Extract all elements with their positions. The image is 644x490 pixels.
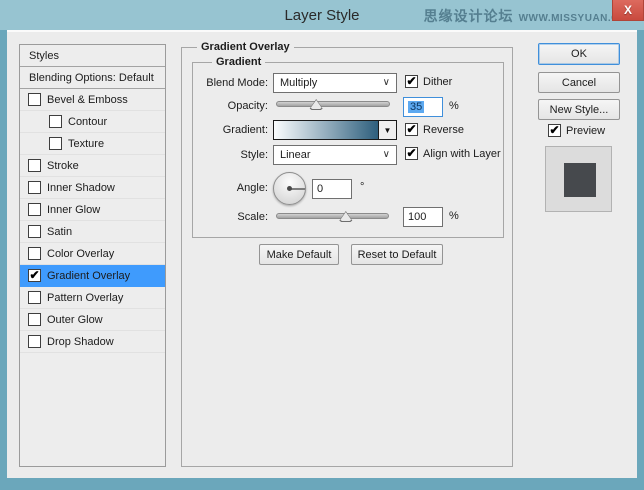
- sidebar-item-label: Contour: [68, 115, 108, 128]
- reverse-checkbox[interactable]: ✔: [405, 123, 418, 136]
- style-effect-checkbox[interactable]: [49, 115, 62, 128]
- chevron-down-icon: ∨: [382, 149, 390, 160]
- blend-mode-value: Multiply: [280, 77, 318, 89]
- gradient-group-title: Gradient: [212, 56, 266, 68]
- style-label: Style:: [240, 149, 268, 161]
- gradient-overlay-group-title: Gradient Overlay: [197, 41, 294, 53]
- ok-button[interactable]: OK: [538, 43, 620, 65]
- angle-label: Angle:: [236, 182, 268, 194]
- sidebar-item-satin[interactable]: Satin: [20, 221, 165, 243]
- style-effect-checkbox[interactable]: ✔: [28, 269, 41, 282]
- angle-dial-center-dot: [287, 186, 292, 191]
- style-effect-checkbox[interactable]: [28, 203, 41, 216]
- opacity-input[interactable]: 35: [403, 97, 443, 117]
- titlebar[interactable]: Layer Style 思缘设计论坛 WWW.MISSYUAN.COM: [0, 0, 644, 30]
- chevron-down-icon: ∨: [382, 77, 390, 88]
- dither-checkbox[interactable]: ✔: [405, 75, 418, 88]
- sidebar-item-label: Gradient Overlay: [47, 269, 131, 282]
- gradient-swatch[interactable]: [274, 121, 378, 139]
- sidebar-item-label: Styles: [29, 49, 59, 62]
- dropdown-arrow-icon: ▼: [383, 125, 392, 135]
- dither-checkbox-group[interactable]: ✔ Dither: [405, 75, 452, 88]
- gradient-label: Gradient:: [222, 124, 268, 136]
- style-effect-checkbox[interactable]: [28, 93, 41, 106]
- sidebar-item-label: Inner Glow: [47, 203, 101, 216]
- scale-slider[interactable]: [276, 213, 389, 219]
- close-icon: X: [623, 3, 632, 17]
- style-effect-checkbox[interactable]: [28, 247, 41, 260]
- sidebar-item-label: Satin: [47, 225, 73, 238]
- sidebar-item-texture[interactable]: Texture: [20, 133, 165, 155]
- sidebar-item-stroke[interactable]: Stroke: [20, 155, 165, 177]
- sidebar-item-outer-glow[interactable]: Outer Glow: [20, 309, 165, 331]
- reset-to-default-button[interactable]: Reset to Default: [351, 244, 443, 265]
- gradient-picker[interactable]: ▼: [273, 120, 397, 140]
- opacity-slider[interactable]: [276, 101, 390, 107]
- opacity-label: Opacity:: [227, 100, 268, 112]
- align-with-layer-checkbox-group[interactable]: ✔ Align with Layer: [405, 147, 501, 160]
- style-dropdown[interactable]: Linear ∨: [273, 145, 397, 165]
- align-with-layer-label: Align with Layer: [423, 147, 501, 160]
- style-effect-checkbox[interactable]: [28, 313, 41, 326]
- sidebar-item-label: Stroke: [47, 159, 79, 172]
- opacity-value: 35: [408, 101, 425, 113]
- sidebar-item-color-overlay[interactable]: Color Overlay: [20, 243, 165, 265]
- align-with-layer-checkbox[interactable]: ✔: [405, 147, 418, 160]
- scale-input[interactable]: 100: [403, 207, 443, 227]
- sidebar-item-pattern-overlay[interactable]: Pattern Overlay: [20, 287, 165, 309]
- style-effect-checkbox[interactable]: [28, 181, 41, 194]
- sidebar-item-label: Outer Glow: [47, 313, 103, 326]
- watermark: 思缘设计论坛 WWW.MISSYUAN.COM: [424, 6, 636, 26]
- style-effect-checkbox[interactable]: [28, 225, 41, 238]
- style-value: Linear: [280, 149, 311, 161]
- sidebar-item-contour[interactable]: Contour: [20, 111, 165, 133]
- sidebar-item-drop-shadow[interactable]: Drop Shadow: [20, 331, 165, 353]
- new-style-button[interactable]: New Style...: [538, 99, 620, 120]
- blend-mode-label: Blend Mode:: [206, 77, 268, 89]
- styles-list: Styles Blending Options: Default Bevel & E…: [19, 44, 166, 467]
- dither-label: Dither: [423, 75, 453, 88]
- angle-input[interactable]: 0: [312, 179, 352, 199]
- style-effect-checkbox[interactable]: [49, 137, 62, 150]
- preview-thumbnail-square: [564, 163, 596, 197]
- style-effect-checkbox[interactable]: [28, 159, 41, 172]
- sidebar-item-blending-options-default[interactable]: Blending Options: Default: [20, 67, 165, 89]
- scale-value: 100: [408, 211, 427, 223]
- reverse-checkbox-group[interactable]: ✔ Reverse: [405, 123, 464, 136]
- style-effect-checkbox[interactable]: [28, 335, 41, 348]
- opacity-slider-thumb[interactable]: [310, 99, 323, 110]
- layer-style-dialog: Layer Style 思缘设计论坛 WWW.MISSYUAN.COM X St…: [0, 0, 644, 490]
- angle-unit: °: [360, 181, 365, 193]
- sidebar-item-bevel-emboss[interactable]: Bevel & Emboss: [20, 89, 165, 111]
- make-default-button[interactable]: Make Default: [259, 244, 339, 265]
- preview-checkbox-group[interactable]: ✔ Preview: [548, 124, 605, 137]
- gradient-arrow-button[interactable]: ▼: [378, 121, 396, 139]
- scale-slider-thumb[interactable]: [339, 211, 352, 222]
- close-button[interactable]: X: [612, 0, 644, 21]
- sidebar-item-label: Pattern Overlay: [47, 291, 124, 304]
- sidebar-item-label: Texture: [68, 137, 105, 150]
- watermark-cn-text: 思缘设计论坛: [423, 8, 514, 24]
- blend-mode-dropdown[interactable]: Multiply ∨: [273, 73, 397, 93]
- sidebar-item-gradient-overlay[interactable]: ✔ Gradient Overlay: [20, 265, 165, 287]
- sidebar-item-inner-shadow[interactable]: Inner Shadow: [20, 177, 165, 199]
- preview-checkbox[interactable]: ✔: [548, 124, 561, 137]
- scale-unit: %: [449, 210, 459, 222]
- sidebar-item-label: Inner Shadow: [47, 181, 115, 194]
- scale-label: Scale:: [237, 211, 268, 223]
- sidebar-item-label: Bevel & Emboss: [47, 93, 128, 106]
- opacity-unit: %: [449, 100, 459, 112]
- preview-thumbnail: [545, 146, 612, 212]
- reverse-label: Reverse: [423, 123, 464, 136]
- preview-label: Preview: [566, 124, 606, 137]
- angle-value: 0: [317, 183, 324, 195]
- angle-dial[interactable]: [273, 172, 306, 205]
- sidebar-item-inner-glow[interactable]: Inner Glow: [20, 199, 165, 221]
- sidebar-item-label: Blending Options: Default: [29, 71, 154, 84]
- cancel-button[interactable]: Cancel: [538, 72, 620, 93]
- sidebar-item-styles[interactable]: Styles: [20, 45, 165, 67]
- sidebar-item-label: Drop Shadow: [47, 335, 114, 348]
- style-effect-checkbox[interactable]: [28, 291, 41, 304]
- sidebar-item-label: Color Overlay: [47, 247, 115, 260]
